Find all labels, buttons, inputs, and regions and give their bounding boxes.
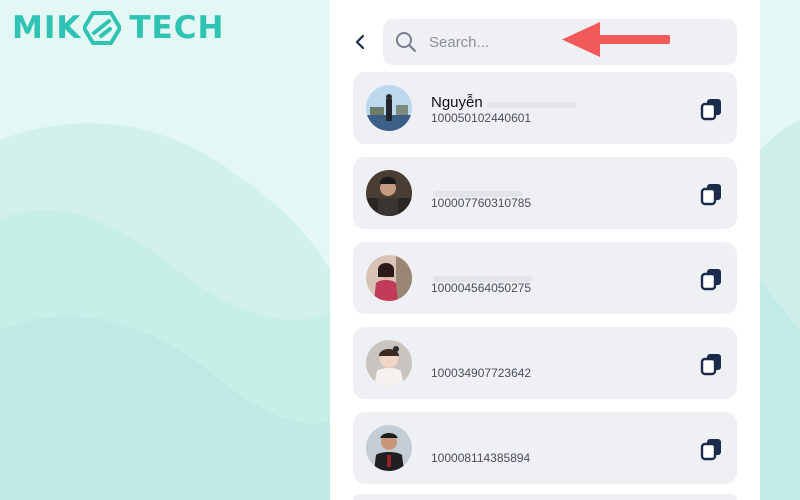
back-button[interactable]: [348, 30, 372, 54]
copy-icon: [700, 354, 721, 376]
avatar: [366, 170, 412, 216]
list-item[interactable]: 100034907723642: [353, 327, 737, 399]
list-item[interactable]: Nguyễn 100050102440601: [353, 72, 737, 144]
search-icon: [396, 32, 417, 53]
user-name: Nguyễn: [431, 94, 483, 111]
list-item[interactable]: 100008114385894: [353, 412, 737, 484]
blurred-name-segment: [487, 102, 577, 108]
copy-button[interactable]: [699, 96, 725, 122]
user-id: 100007760310785: [431, 196, 532, 210]
logo-mark-icon: [83, 11, 122, 45]
user-id: 100004564050275: [431, 281, 532, 295]
copy-icon: [700, 99, 721, 121]
user-id: 100050102440601: [431, 111, 532, 125]
avatar: [366, 255, 412, 301]
avatar: [366, 85, 412, 131]
user-id: 100034907723642: [431, 366, 532, 380]
list-item[interactable]: 100007760310785: [353, 157, 737, 229]
copy-button[interactable]: [699, 181, 725, 207]
chevron-left-icon: [355, 34, 365, 50]
list-item[interactable]: 100004564050275: [353, 242, 737, 314]
copy-icon: [700, 184, 721, 206]
copy-button[interactable]: [699, 266, 725, 292]
copy-button[interactable]: [699, 351, 725, 377]
list-item-partial: [353, 494, 737, 500]
logo-text-right: TECH: [129, 10, 225, 46]
copy-icon: [700, 439, 721, 461]
copy-button[interactable]: [699, 436, 725, 462]
search-panel: Nguyễn 100050102440601 100007760310785: [330, 0, 760, 500]
annotation-arrow-icon: [562, 22, 670, 57]
logo-text-left: MIK: [12, 10, 82, 46]
brand-logo: MIK TECH: [12, 8, 224, 48]
avatar: [366, 425, 412, 471]
avatar: [366, 340, 412, 386]
user-id: 100008114385894: [431, 451, 531, 465]
copy-icon: [700, 269, 721, 291]
